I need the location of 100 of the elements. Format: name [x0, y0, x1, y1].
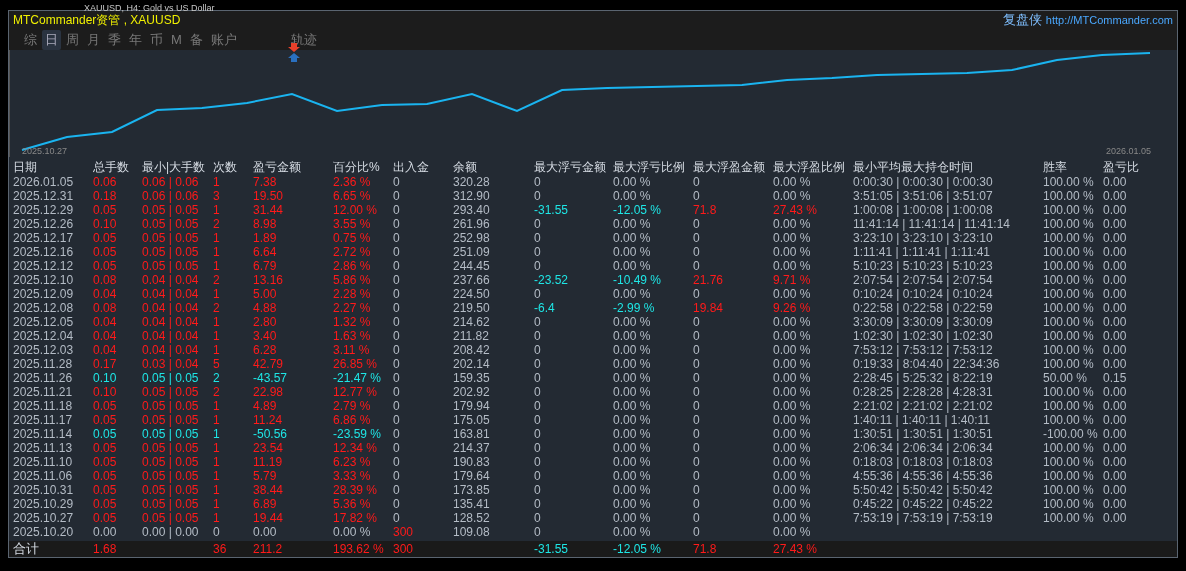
column-header: 胜率 [1043, 159, 1068, 175]
table-cell-text: 0.06 [93, 175, 118, 189]
table-cell-text: 251.09 [453, 245, 491, 259]
period-tab[interactable]: 备 [186, 29, 206, 50]
table-cell-text: 0.00 [93, 525, 118, 539]
period-tab[interactable]: 综 [21, 29, 40, 50]
table-cell-text: 38.44 [253, 483, 285, 497]
column-header: 总手数 [93, 159, 130, 175]
table-cell-text: 0 [393, 357, 401, 371]
table-cell-text: 0.05 | 0.05 [142, 203, 200, 217]
table-cell-text: 0 [534, 497, 542, 511]
table-cell-text: 1:11:41 | 1:11:41 | 1:11:41 [853, 245, 991, 259]
period-tab[interactable]: 月 [84, 29, 103, 50]
table-cell-text: 0.05 | 0.05 [142, 497, 200, 511]
period-tab[interactable]: 日 [42, 29, 61, 50]
table-cell-text: 0 [693, 441, 701, 455]
period-tab[interactable]: M [168, 31, 185, 49]
table-cell-text: 1.68 [93, 541, 118, 557]
table-cell-text: 3.40 [253, 329, 278, 343]
table-cell-text: 163.81 [453, 427, 491, 441]
table-cell-text: 0 [393, 427, 401, 441]
period-tab[interactable]: 账户 [207, 29, 240, 50]
table-cell-text: 2025.11.10 [13, 455, 74, 469]
table-cell-text: 2:06:34 | 2:06:34 | 2:06:34 [853, 441, 994, 455]
table-cell-text: 0.00 [1103, 245, 1128, 259]
period-tab[interactable]: 年 [126, 29, 145, 50]
period-tab[interactable]: 季 [105, 29, 124, 50]
table-cell-text: 27.43 % [773, 541, 819, 557]
table-cell-text: 0.05 | 0.05 [142, 259, 200, 273]
table-cell-text: 0.00 [1103, 189, 1128, 203]
table-cell-text: 0.05 | 0.05 [142, 469, 200, 483]
table-cell-text: 0.05 [93, 427, 118, 441]
table-cell-text: 0.00 [1103, 287, 1128, 301]
table-cell-text: 1 [213, 483, 221, 497]
table-cell-text: 0:28:25 | 2:28:28 | 4:28:31 [853, 385, 994, 399]
table-cell-text: 0 [693, 525, 701, 539]
table-cell-text: 0 [693, 329, 701, 343]
column-header: 次数 [213, 159, 238, 175]
table-cell-text: 0 [534, 245, 542, 259]
table-cell-text: 1 [213, 497, 221, 511]
table-cell-text: 0.00 % [613, 441, 652, 455]
table-cell-text: 0.18 [93, 189, 118, 203]
table-cell-text: 0.05 [93, 399, 118, 413]
table-cell-text: 175.05 [453, 413, 491, 427]
table-cell-text: 0.00 % [773, 441, 812, 455]
table-cell-text: 0 [534, 231, 542, 245]
table-cell-text: 2 [213, 273, 221, 287]
table-cell-text: 135.41 [453, 497, 491, 511]
table-cell-text: 0.00 % [613, 287, 652, 301]
table-cell-text: 0 [534, 483, 542, 497]
table-cell-text: 2 [213, 301, 221, 315]
table-cell-text: 100.00 % [1043, 301, 1095, 315]
table-cell-text: 0 [693, 399, 701, 413]
table-cell-text: 0.00 [253, 525, 278, 539]
table-cell-text: 2025.12.16 [13, 245, 75, 259]
table-cell-text: -31.55 [534, 203, 570, 217]
table-cell-text: 208.42 [453, 343, 491, 357]
table-cell-text: 1 [213, 245, 221, 259]
table-cell-text: 0.00 [1103, 511, 1128, 525]
table-cell-text: 1 [213, 413, 221, 427]
table-cell-text: 6.86 % [333, 413, 372, 427]
table-cell-text: 100.00 % [1043, 315, 1095, 329]
column-header: 最大浮盈比例 [773, 159, 846, 175]
period-tab[interactable]: 周 [63, 29, 82, 50]
table-cell-text: 100.00 % [1043, 189, 1095, 203]
table-cell-text: 11.24 [253, 413, 284, 427]
column-header: 最小平均最大持仓时间 [853, 159, 974, 175]
table-cell-text: 27.43 % [773, 203, 819, 217]
table-cell-text: 2025.11.13 [13, 441, 74, 455]
table-cell-text: 1 [213, 469, 221, 483]
table-cell-text: 224.50 [453, 287, 491, 301]
table-cell-text: 2025.12.10 [13, 273, 75, 287]
table-cell-text: 0.00 % [613, 357, 652, 371]
website-link[interactable]: http://MTCommander.com [1045, 14, 1173, 27]
table-cell-text: 0.00 % [773, 287, 812, 301]
table-cell-text: 0 [393, 399, 401, 413]
table-cell-text: 100.00 % [1043, 231, 1095, 245]
period-tab[interactable]: 币 [147, 29, 166, 50]
table-cell-text: 0.00 % [613, 455, 652, 469]
table-cell-text: 100.00 % [1043, 483, 1095, 497]
table-cell-text: 0.00 % [773, 469, 812, 483]
table-cell-text: 0 [693, 343, 701, 357]
table-cell-text: 244.45 [453, 259, 491, 273]
table-cell-text: 0 [693, 511, 701, 525]
table-cell-text: 100.00 % [1043, 413, 1095, 427]
table-cell-text: 0 [393, 469, 401, 483]
table-cell-text: 0.04 | 0.04 [142, 301, 200, 315]
table-cell-text: 0.00 [1103, 413, 1128, 427]
table-cell-text: 214.62 [453, 315, 491, 329]
table-cell-text: 0 [393, 343, 401, 357]
table-cell-text: 2025.12.29 [13, 203, 75, 217]
table-cell-text: 0 [534, 371, 542, 385]
table-cell-text: 0 [393, 301, 401, 315]
table-cell-text: 0.00 % [773, 329, 812, 343]
column-header: 百分比% [333, 159, 381, 175]
table-cell-text: 2025.10.31 [13, 483, 75, 497]
table-cell-text: 12.77 % [333, 385, 379, 399]
table-cell-text: 2025.11.18 [13, 399, 74, 413]
table-cell-text: 0.00 % [613, 371, 652, 385]
table-cell-text: 0.06 | 0.06 [142, 189, 200, 203]
